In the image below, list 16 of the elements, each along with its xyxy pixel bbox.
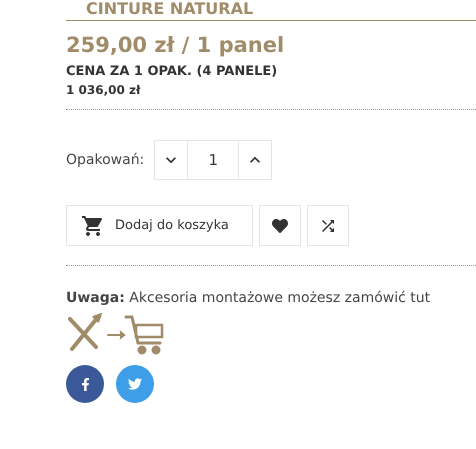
- cart-icon: [81, 214, 105, 238]
- wishlist-button[interactable]: [259, 205, 301, 246]
- add-to-cart-button[interactable]: Dodaj do koszyka: [66, 205, 253, 246]
- quantity-field[interactable]: 1: [188, 140, 238, 180]
- price: 259,00 zł / 1 panel: [66, 32, 286, 59]
- heart-icon: [272, 218, 288, 234]
- twitter-icon: [128, 377, 142, 391]
- package-price-label: CENA ZA 1 OPAK. (4 PANELE): [66, 63, 278, 81]
- product-title: CINTURE NATURAL: [86, 0, 254, 18]
- note-text: Uwaga: Akcesoria montażowe możesz zamówić tut: [66, 289, 432, 308]
- tools-to-cart-icon: [66, 313, 166, 355]
- quantity-label: Opakowań:: [66, 150, 144, 170]
- twitter-button[interactable]: [116, 365, 154, 403]
- facebook-button[interactable]: [66, 365, 104, 403]
- package-price: 1 036,00 zł: [66, 82, 142, 99]
- compare-button[interactable]: [307, 205, 349, 246]
